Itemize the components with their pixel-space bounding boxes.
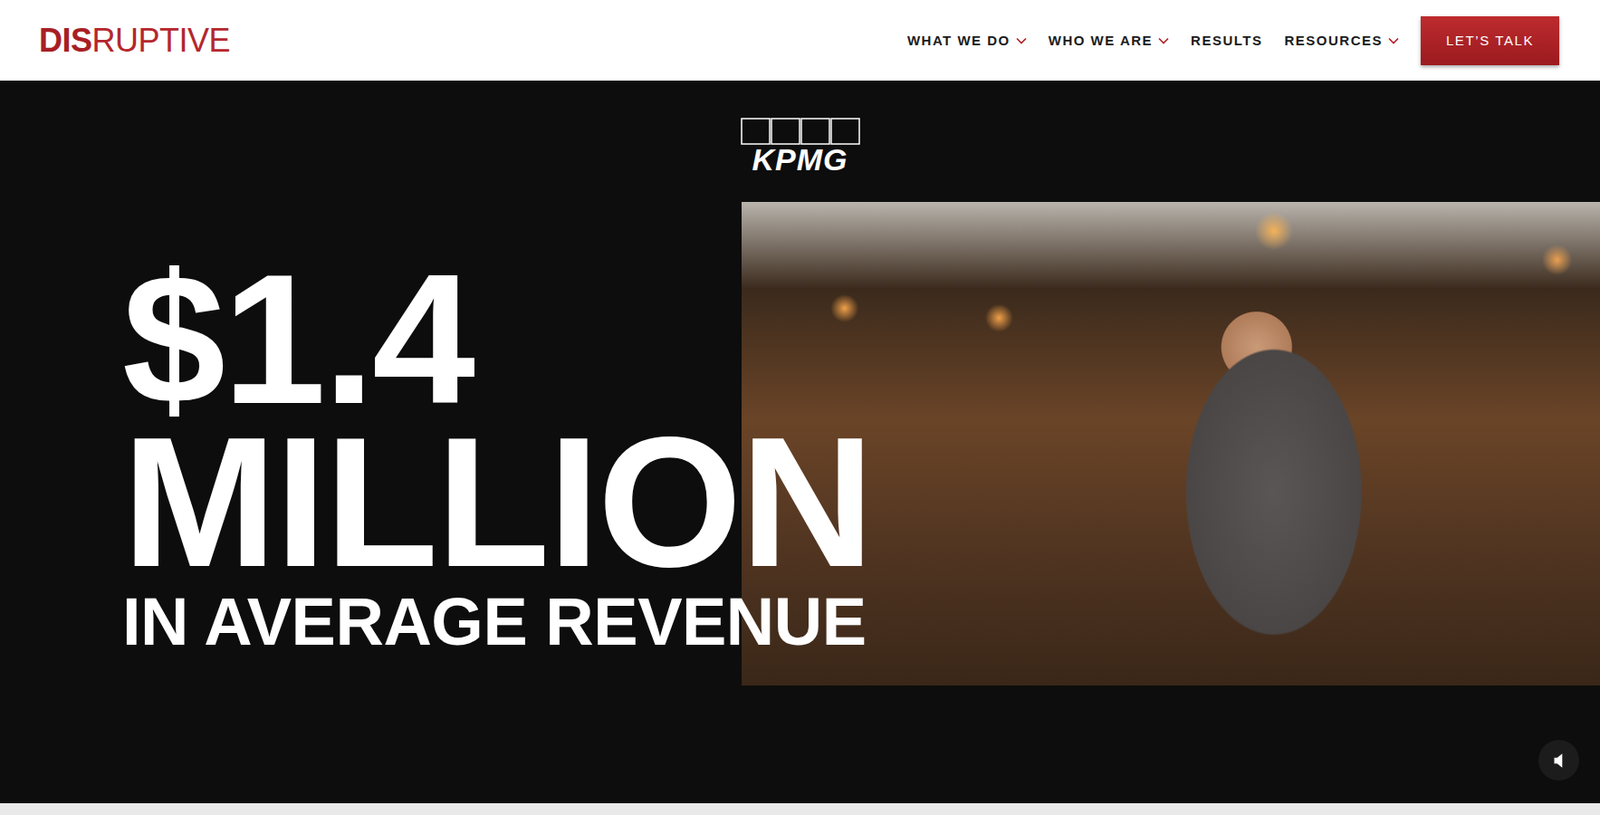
nav-item[interactable]: WHAT WE DO	[907, 32, 1027, 48]
client-logo: KPMG	[740, 117, 861, 174]
nav-item[interactable]: RESULTS	[1190, 32, 1263, 48]
stat-value: $1.4	[122, 257, 473, 421]
page: DISRUPTIVE WHAT WE DO WHO WE ARE RESULTS RES…	[0, 0, 1600, 815]
logo-boxes-icon	[740, 117, 861, 145]
chevron-down-icon	[1158, 37, 1169, 45]
nav-label: WHAT WE DO	[907, 32, 1011, 48]
lets-talk-button[interactable]: LET’S TALK	[1420, 16, 1560, 66]
nav-label: WHO WE ARE	[1048, 32, 1153, 48]
stat-unit: MILLION	[122, 420, 873, 584]
sound-button[interactable]	[1538, 739, 1580, 781]
stat-caption: IN AVERAGE REVENUE	[122, 583, 867, 661]
nav-item[interactable]: WHO WE ARE	[1048, 32, 1169, 48]
nav-label: RESULTS	[1190, 32, 1263, 48]
logo-light-text: RUPTIVE	[92, 24, 231, 58]
client-logo-text: KPMG	[752, 144, 849, 174]
chevron-down-icon	[1388, 37, 1399, 45]
speaker-icon	[1549, 750, 1570, 771]
logo-bold-text: DIS	[38, 24, 93, 58]
hero: KPMG $1.4MILLIONIN AVERAGE REVENUE	[0, 80, 1600, 804]
nav-label: RESOURCES	[1283, 32, 1383, 48]
nav-bar: WHAT WE DO WHO WE ARE RESULTS RESOURCES LET’…	[907, 16, 1560, 66]
stat-block: $1.4MILLIONIN AVERAGE REVENUE	[122, 257, 1600, 661]
nav-item[interactable]: RESOURCES	[1283, 32, 1399, 48]
bottom-strip	[0, 803, 1600, 815]
main-nav: WHAT WE DO WHO WE ARE RESULTS RESOURCES	[907, 32, 1399, 48]
site-header: DISRUPTIVE WHAT WE DO WHO WE ARE RESULTS RES…	[0, 0, 1600, 81]
chevron-down-icon	[1015, 37, 1027, 45]
site-logo[interactable]: DISRUPTIVE	[38, 24, 230, 58]
